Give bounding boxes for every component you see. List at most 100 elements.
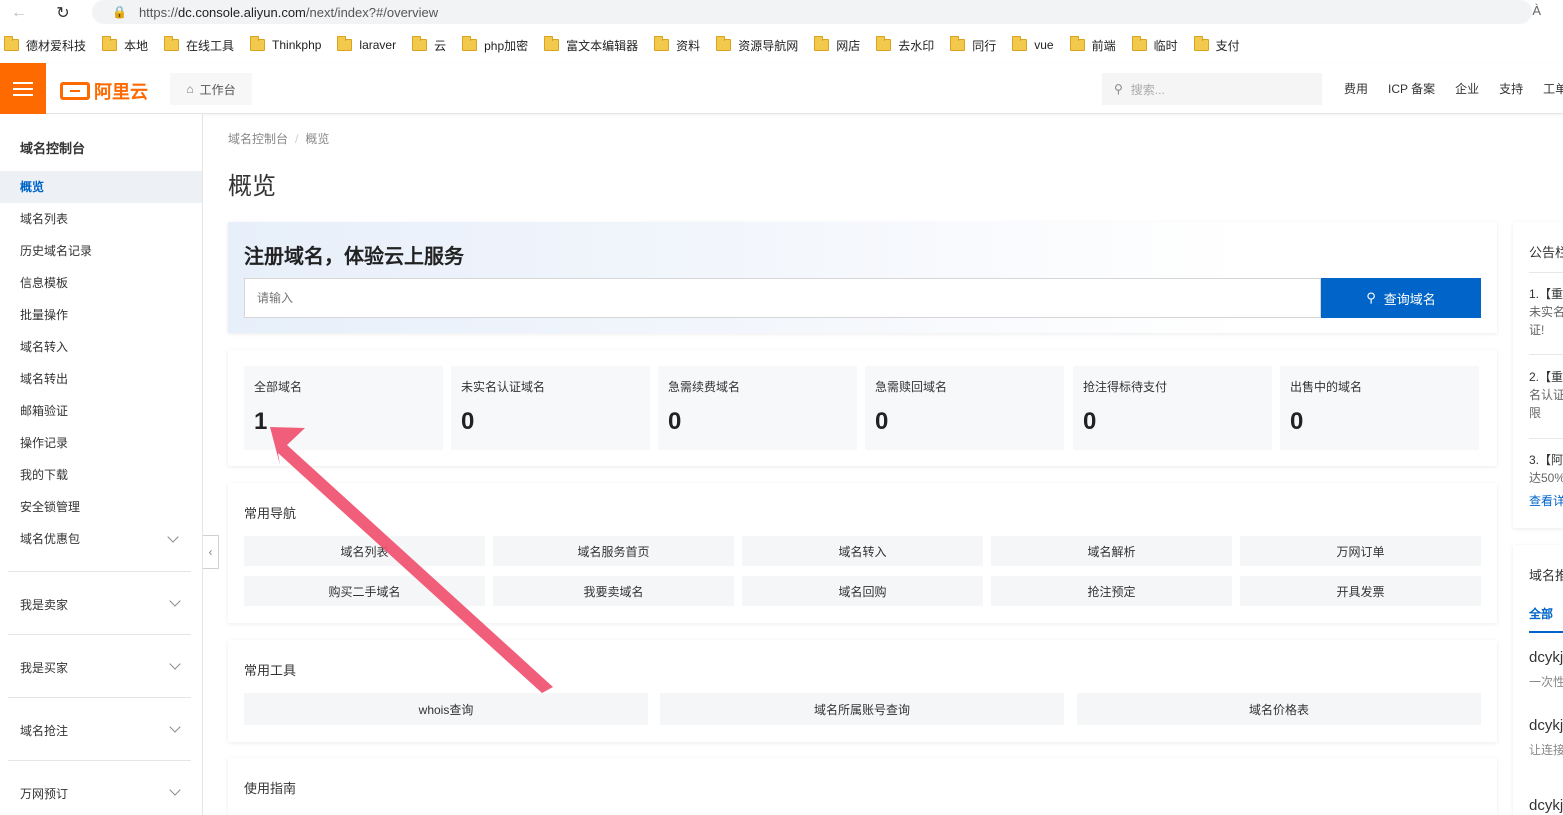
bookmark-item[interactable]: 网店	[814, 36, 860, 54]
header-link-fees[interactable]: 费用	[1344, 80, 1368, 97]
read-aloud-icon[interactable]: À	[1532, 3, 1541, 18]
folder-icon	[102, 36, 118, 51]
sidebar-item-transfer-in[interactable]: 域名转入	[0, 331, 202, 363]
sidebar-group-seller[interactable]: 我是卖家	[8, 571, 191, 634]
stat-value: 1	[254, 408, 268, 435]
recommend-domain[interactable]: dcykj	[1529, 649, 1563, 666]
register-banner: 注册域名，体验云上服务 ⚲ 查询域名	[228, 222, 1497, 333]
recommend-domain[interactable]: dcykj	[1529, 797, 1563, 814]
nav-link-sell[interactable]: 我要卖域名	[493, 576, 734, 606]
sidebar-item-op-log[interactable]: 操作记录	[0, 427, 202, 459]
nav-link-domain-list[interactable]: 域名列表	[244, 536, 485, 566]
sidebar-item-transfer-out[interactable]: 域名转出	[0, 363, 202, 395]
header-link-enterprise[interactable]: 企业	[1455, 80, 1479, 97]
breadcrumb: 域名控制台 / 概览	[228, 132, 330, 146]
sidebar-group-snap[interactable]: 域名抢注	[8, 697, 191, 760]
nav-link-transfer-in[interactable]: 域名转入	[742, 536, 983, 566]
nav-link-orders[interactable]: 万网订单	[1240, 536, 1481, 566]
folder-icon	[412, 36, 428, 51]
breadcrumb-console[interactable]: 域名控制台	[228, 132, 288, 146]
common-navigation: 常用导航 域名列表 域名服务首页 域名转入 域名解析 万网订单 购买二手域名 我…	[228, 483, 1497, 623]
bookmark-item[interactable]: 临时	[1131, 36, 1178, 54]
aliyun-logo[interactable]: 阿里云	[60, 78, 148, 104]
bookmarks-bar: 德材爱科技 本地 在线工具 Thinkphp laraver 云 php加密 富…	[0, 33, 1563, 57]
tab-all[interactable]: 全部	[1529, 605, 1553, 622]
url-bar[interactable]: 🔒 https://dc.console.aliyun.com/next/ind…	[92, 0, 1532, 24]
console-header: 阿里云 ⌂ 工作台 ⚲ 搜索... 费用 ICP 备案 企业 支持 工单	[0, 63, 1563, 114]
stat-value: 0	[668, 408, 682, 435]
stat-all-domains[interactable]: 全部域名 1	[244, 366, 443, 450]
bookmark-item[interactable]: 支付	[1193, 36, 1240, 54]
bookmark-item[interactable]: 富文本编辑器	[544, 36, 638, 54]
stat-on-sale[interactable]: 出售中的域名 0	[1280, 366, 1479, 450]
sidebar-item-security-lock[interactable]: 安全锁管理	[0, 491, 202, 523]
tool-price-list[interactable]: 域名价格表	[1077, 693, 1481, 725]
notice-line[interactable]: 3.【阿	[1529, 451, 1563, 468]
tool-whois[interactable]: whois查询	[244, 693, 648, 725]
folder-icon	[4, 36, 19, 51]
bookmark-item[interactable]: php加密	[462, 36, 528, 54]
workbench-button[interactable]: ⌂ 工作台	[170, 73, 252, 105]
tool-account-lookup[interactable]: 域名所属账号查询	[660, 693, 1064, 725]
bookmark-item[interactable]: 前端	[1069, 36, 1116, 54]
url-prefix: https://	[138, 4, 178, 20]
nav-link-invoice[interactable]: 开具发票	[1240, 576, 1481, 606]
bookmark-item[interactable]: 德材爱科技	[4, 36, 86, 54]
stat-snap-pending[interactable]: 抢注得标待支付 0	[1073, 366, 1272, 450]
header-link-icp[interactable]: ICP 备案	[1388, 80, 1435, 97]
sidebar-collapse-handle[interactable]: ‹	[203, 535, 219, 569]
bookmark-item[interactable]: 资源导航网	[716, 36, 798, 54]
chevron-down-icon	[169, 595, 181, 607]
bookmark-item[interactable]: 同行	[950, 36, 996, 54]
folder-icon	[544, 36, 560, 51]
stat-value: 0	[1290, 408, 1304, 435]
nav-link-buy-used[interactable]: 购买二手域名	[244, 576, 485, 606]
notice-view-more-link[interactable]: 查看详	[1529, 492, 1563, 509]
reload-icon[interactable]: ↻	[52, 2, 74, 24]
bookmark-item[interactable]: 在线工具	[164, 36, 234, 54]
notice-line[interactable]: 2.【重	[1529, 368, 1563, 385]
sidebar-item-domain-list[interactable]: 域名列表	[0, 203, 202, 235]
sidebar-item-batch[interactable]: 批量操作	[0, 299, 202, 331]
domain-search-input[interactable]	[244, 278, 1321, 318]
stat-redeem-urgent[interactable]: 急需赎回域名 0	[865, 366, 1064, 450]
bookmark-item[interactable]: vue	[1012, 36, 1054, 52]
recommend-domain[interactable]: dcykj	[1529, 717, 1563, 734]
bookmark-item[interactable]: 去水印	[876, 36, 934, 54]
sidebar-group-preorder[interactable]: 万网预订	[8, 760, 191, 815]
sidebar-item-downloads[interactable]: 我的下载	[0, 459, 202, 491]
hamburger-menu-icon[interactable]	[0, 63, 46, 114]
folder-icon	[1131, 36, 1147, 51]
sidebar-item-discount-pack[interactable]: 域名优惠包	[0, 523, 202, 555]
url-host: dc.console.aliyun.com	[177, 4, 306, 20]
browser-toolbar: ← ↻ 🔒 https://dc.console.aliyun.com/next…	[0, 0, 1563, 27]
sidebar-item-email-verify[interactable]: 邮箱验证	[0, 395, 202, 427]
back-arrow-icon[interactable]: ←	[8, 2, 30, 24]
sidebar-item-overview[interactable]: 概览	[0, 171, 202, 203]
nav-link-snap-reserve[interactable]: 抢注预定	[991, 576, 1232, 606]
header-link-ticket[interactable]: 工单	[1543, 80, 1563, 97]
folder-icon	[654, 36, 670, 51]
banner-title: 注册域名，体验云上服务	[244, 246, 464, 268]
stat-renew-urgent[interactable]: 急需续费域名 0	[658, 366, 857, 450]
sidebar-group-buyer[interactable]: 我是买家	[8, 634, 191, 697]
nav-link-buyback[interactable]: 域名回购	[742, 576, 983, 606]
query-domain-button[interactable]: ⚲ 查询域名	[1321, 278, 1481, 318]
bookmark-item[interactable]: laraver	[337, 36, 396, 52]
header-link-support[interactable]: 支持	[1499, 80, 1523, 97]
bookmark-item[interactable]: Thinkphp	[250, 36, 321, 52]
notice-line[interactable]: 1.【重	[1529, 285, 1563, 302]
common-tools: 常用工具 whois查询 域名所属账号查询 域名价格表	[228, 640, 1497, 742]
bookmark-item[interactable]: 资料	[654, 36, 700, 54]
nav-link-service-home[interactable]: 域名服务首页	[493, 536, 734, 566]
bookmark-item[interactable]: 本地	[102, 36, 148, 54]
stat-unverified[interactable]: 未实名认证域名 0	[451, 366, 650, 450]
sidebar-item-history[interactable]: 历史域名记录	[0, 235, 202, 267]
sidebar-item-templates[interactable]: 信息模板	[0, 267, 202, 299]
nav-link-dns[interactable]: 域名解析	[991, 536, 1232, 566]
notice-title: 公告栏	[1529, 245, 1563, 260]
sidebar-title: 域名控制台	[20, 141, 86, 156]
page-title: 概览	[228, 173, 276, 200]
global-search-input[interactable]: ⚲ 搜索...	[1102, 73, 1322, 105]
bookmark-item[interactable]: 云	[412, 36, 446, 54]
